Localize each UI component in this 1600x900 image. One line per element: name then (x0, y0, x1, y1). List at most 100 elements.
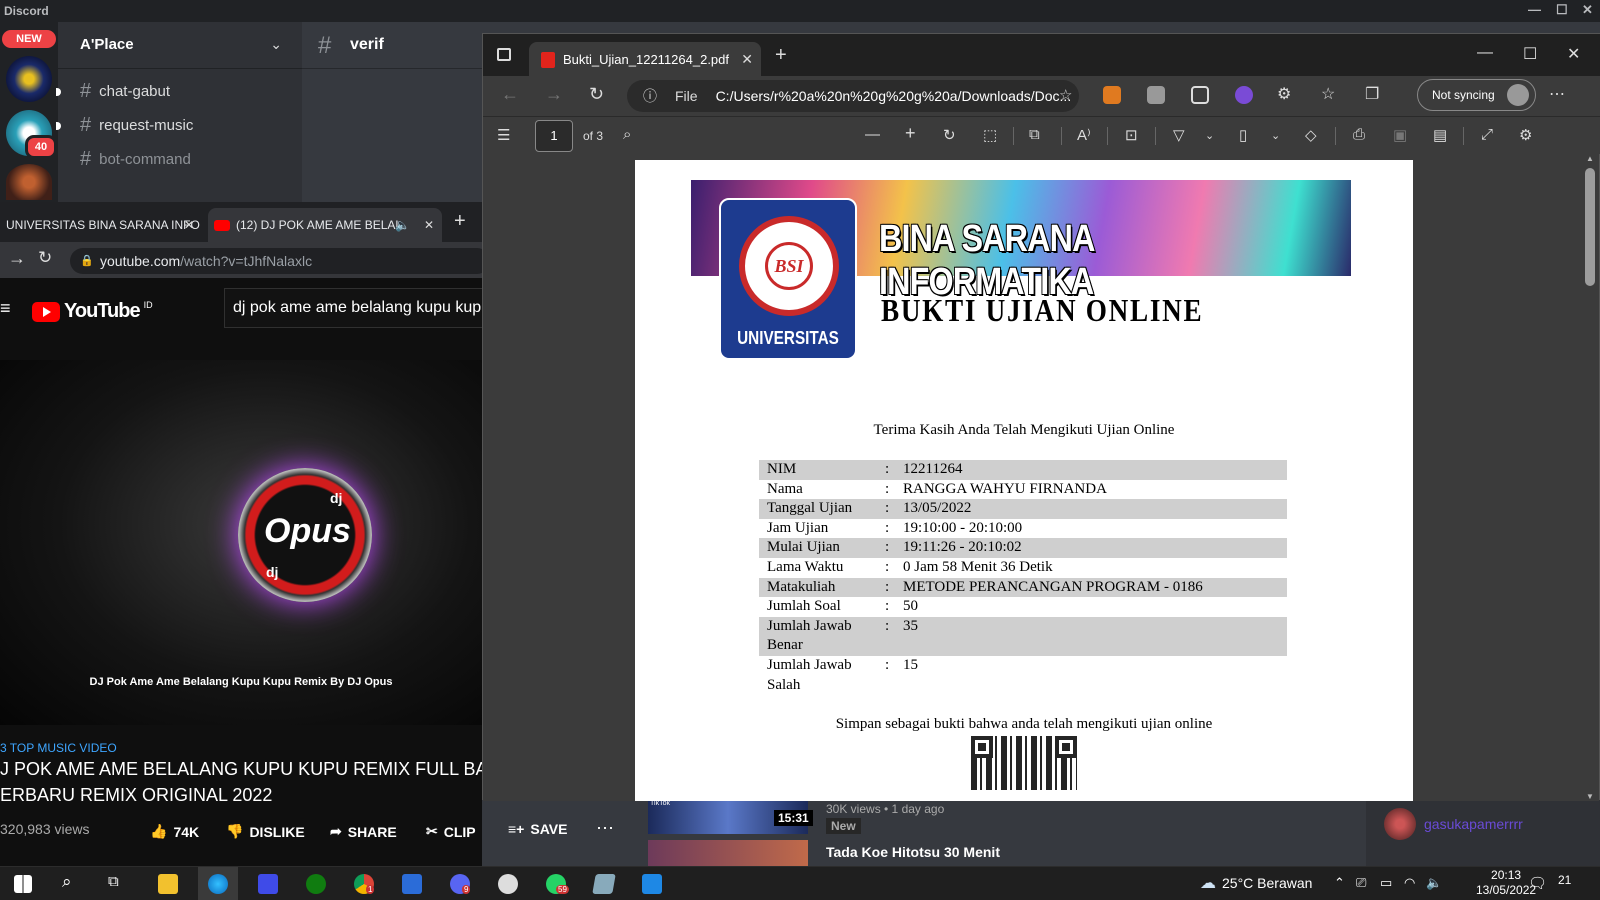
qr-extension-icon[interactable] (1191, 86, 1209, 104)
video-player[interactable]: Opus dj dj DJ Pok Ame Ame Belalang Kupu … (0, 360, 482, 725)
search-input[interactable]: dj pok ame ame belalang kupu kupu (224, 288, 494, 328)
scroll-down-icon[interactable]: ▼ (1586, 792, 1594, 801)
xbox-icon[interactable] (306, 874, 326, 894)
close-icon[interactable]: ✕ (1567, 44, 1580, 64)
windows-start-icon[interactable] (14, 875, 32, 893)
chevron-down-icon[interactable]: ⌄ (1205, 129, 1214, 142)
pdf-viewport[interactable]: BINA SARANA INFORMATIKA BUKTI UJIAN ONLI… (483, 154, 1581, 801)
avatar[interactable] (1384, 808, 1416, 840)
metamask-extension-icon[interactable] (1103, 86, 1121, 104)
tab-actions-icon[interactable] (497, 48, 511, 61)
save-button[interactable]: ≡+ SAVE (508, 821, 567, 837)
menu-icon[interactable]: ≡ (0, 298, 11, 319)
save-as-icon[interactable]: ▤ (1433, 126, 1447, 144)
guild-icon-third[interactable] (6, 164, 52, 200)
scroll-thumb[interactable] (1585, 168, 1595, 286)
share-button[interactable]: ➦ SHARE (330, 823, 397, 840)
page-view-icon[interactable]: ⧉ (1029, 126, 1040, 143)
text-box-icon[interactable]: ⊡ (1125, 126, 1138, 144)
close-icon[interactable]: ✕ (184, 218, 194, 232)
recommendation-thumbnail[interactable] (648, 840, 808, 866)
search-icon[interactable]: ⌕ (623, 126, 631, 143)
maximize-icon[interactable]: ☐ (1523, 44, 1537, 64)
read-aloud-icon[interactable]: A⁾ (1077, 126, 1091, 144)
volume-icon[interactable]: 🔈 (1426, 875, 1442, 891)
close-icon[interactable]: ✕ (1582, 2, 1593, 18)
collections-icon[interactable]: ❐ (1365, 84, 1379, 104)
print-icon[interactable]: ⎙ (1353, 126, 1365, 143)
reload-icon[interactable]: ↻ (589, 84, 604, 105)
profile-button[interactable]: Not syncing (1417, 79, 1536, 111)
contents-icon[interactable]: ☰ (497, 126, 510, 144)
new-tab-icon[interactable]: + (775, 44, 787, 67)
add-favorite-icon[interactable]: ☆ (1059, 86, 1072, 104)
channel-chat-gabut[interactable]: # chat-gabut (56, 80, 170, 103)
channel-bot-command[interactable]: # bot-command (80, 148, 191, 171)
forward-icon[interactable]: → (8, 248, 26, 269)
more-icon[interactable]: ⋯ (596, 818, 614, 839)
minimize-icon[interactable]: — (1477, 44, 1493, 62)
chevron-down-icon[interactable]: ⌄ (270, 36, 282, 53)
highlight-icon[interactable]: ▯ (1239, 126, 1247, 144)
logo-text: Opus (264, 512, 351, 550)
new-tab-icon[interactable]: + (454, 210, 466, 233)
discord-extension-icon[interactable] (1235, 86, 1253, 104)
guild-icon-samarinda[interactable] (6, 56, 52, 102)
eraser-icon[interactable]: ◇ (1305, 126, 1317, 144)
zoom-out-icon[interactable]: — (865, 126, 880, 143)
back-icon[interactable]: ← (501, 84, 519, 105)
fullscreen-icon[interactable]: ⤢ (1481, 126, 1493, 143)
server-name[interactable]: A'Place (80, 36, 134, 53)
clip-button[interactable]: ✂ CLIP (426, 823, 476, 840)
extensions-icon[interactable]: ⚙ (1277, 84, 1291, 104)
scrollbar[interactable]: ▲ ▼ (1581, 154, 1599, 801)
weather-text[interactable]: 25°C Berawan (1222, 875, 1312, 891)
wifi-icon[interactable]: ◠ (1404, 875, 1415, 891)
member-name[interactable]: gasukapamerrrr (1424, 816, 1523, 832)
notification-icon[interactable]: 🗨 (1528, 874, 1547, 892)
url-field[interactable]: ⓘ File C:/Users/r%20a%20n%20g%20g%20a/Down… (627, 80, 1079, 112)
url-field[interactable]: 🔒 youtube.com/watch?v=tJhfNalaxlc (70, 248, 490, 274)
save-icon[interactable]: ▣ (1393, 126, 1407, 144)
task-view-icon[interactable]: ⧉ (108, 873, 119, 890)
more-icon[interactable]: ⋯ (1549, 84, 1565, 104)
page-number-input[interactable]: 1 (535, 120, 573, 152)
tab-youtube-video[interactable]: (12) DJ POK AME AME BELAL 🔈 ✕ (208, 208, 442, 242)
rotate-icon[interactable]: ↻ (943, 126, 956, 144)
favorites-icon[interactable]: ☆ (1321, 84, 1335, 104)
settings-gear-icon[interactable]: ⚙ (1519, 126, 1532, 144)
chevron-down-icon[interactable]: ⌄ (1271, 129, 1280, 142)
draw-icon[interactable]: ▽ (1173, 126, 1185, 144)
store-icon[interactable] (402, 874, 422, 894)
forward-icon[interactable]: → (545, 84, 563, 105)
close-icon[interactable]: ✕ (424, 218, 434, 232)
channel-request-music[interactable]: # request-music (56, 114, 193, 137)
chevron-up-icon[interactable]: ⌃ (1334, 875, 1345, 891)
editor-app-icon[interactable] (258, 874, 278, 894)
device-icon[interactable]: ⎚ (1356, 875, 1366, 891)
speaker-icon[interactable]: 🔈 (395, 218, 410, 232)
colon-separator: : (885, 480, 890, 497)
edge-icon[interactable] (208, 874, 228, 894)
search-icon[interactable]: ⌕ (62, 872, 72, 892)
tab-pdf[interactable]: Bukti_Ujian_12211264_2.pdf ✕ (529, 42, 761, 76)
youtube-logo[interactable]: YouTube ID (32, 300, 153, 323)
close-icon[interactable]: ✕ (741, 51, 753, 68)
recommendation-title[interactable]: Tada Koe Hitotsu 30 Menit (826, 844, 1000, 860)
tab-universitas[interactable]: UNIVERSITAS BINA SARANA INFO ✕ (0, 208, 202, 242)
reload-icon[interactable]: ↻ (38, 248, 52, 268)
dislike-button[interactable]: 👎 DISLIKE (226, 823, 305, 840)
extension-icon[interactable] (1147, 86, 1165, 104)
zoom-in-icon[interactable]: + (905, 123, 916, 144)
battery-icon[interactable]: ▭ (1380, 875, 1392, 891)
maximize-icon[interactable]: ☐ (1556, 2, 1568, 18)
steam-icon[interactable] (498, 874, 518, 894)
app-icon[interactable] (592, 874, 616, 894)
file-explorer-icon[interactable] (158, 874, 178, 894)
fit-page-icon[interactable]: ⬚ (983, 126, 997, 144)
like-button[interactable]: 👍 74K (150, 823, 199, 840)
minimize-icon[interactable]: — (1528, 2, 1541, 17)
scroll-up-icon[interactable]: ▲ (1586, 154, 1594, 163)
photos-icon[interactable] (642, 874, 662, 894)
hashtag-link[interactable]: 3 TOP MUSIC VIDEO (0, 741, 117, 755)
